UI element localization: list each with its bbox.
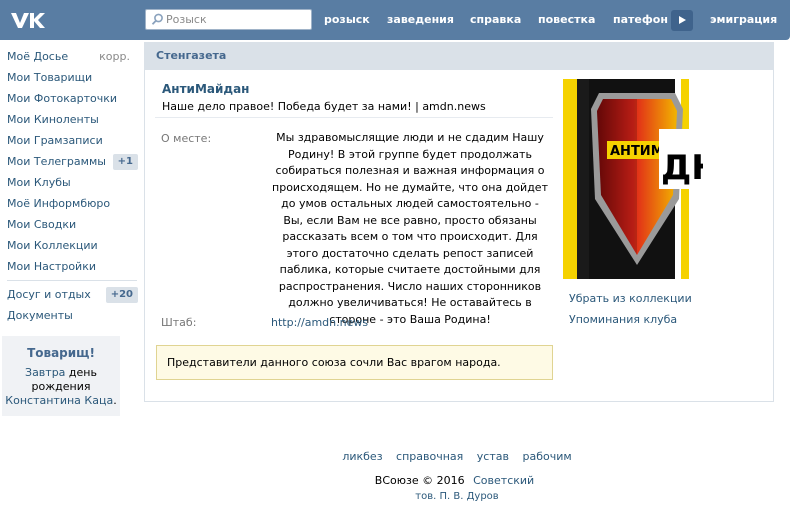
left-menu: Моё Досье корр. Мои Товарищи Мои Фотокар… (0, 46, 140, 326)
menu-divider (7, 280, 137, 281)
footer-author: тов. П. В. Дуров (0, 491, 792, 502)
menu-item-label: Моё Досье (7, 50, 69, 63)
play-icon[interactable] (671, 10, 693, 31)
menu-item-label: Мои Фотокарточки (7, 92, 117, 105)
about-label: О месте: (161, 132, 212, 145)
menu-item-collections[interactable]: Мои Коллекции (0, 235, 140, 256)
menu-item-label: Мои Товарищи (7, 71, 93, 84)
menu-item-label: Моё Информбюро (7, 197, 111, 210)
birthday-text-2: рождения (31, 380, 91, 393)
menu-item-documents[interactable]: Документы (0, 305, 140, 326)
avatar-text-a: АНТИМ (610, 144, 664, 159)
menu-item-messages[interactable]: Мои Телеграммы +1 (0, 151, 140, 172)
top-bar: розыск заведения справка повестка патефо… (0, 0, 790, 40)
birthday-text: Завтра день рождения Константина Каца. (2, 366, 120, 408)
birthday-when-link[interactable]: Завтра (25, 366, 65, 379)
menu-item-label: Документы (7, 309, 73, 322)
enemy-notice: Представители данного союза сочли Вас вр… (156, 345, 553, 380)
menu-item-feed[interactable]: Мои Сводки (0, 214, 140, 235)
club-avatar[interactable]: АНТИМ ДН (563, 79, 703, 279)
birthday-text-1: день (65, 366, 97, 379)
menu-item-leisure[interactable]: Досуг и отдых +20 (0, 284, 140, 305)
messages-count-badge: +1 (112, 154, 138, 170)
corr-link[interactable]: корр. (99, 46, 130, 67)
footer-link-jobs[interactable]: рабочим (522, 450, 571, 463)
footer-link-help[interactable]: справочная (396, 450, 463, 463)
menu-item-clubs[interactable]: Мои Клубы (0, 172, 140, 193)
website-link[interactable]: http://amdn.news (271, 316, 368, 329)
about-text: Мы здравомыслящие люди и не сдадим Нашу … (272, 131, 548, 326)
birthday-reminder: Товарищ! Завтра день рождения Константин… (2, 336, 120, 416)
menu-item-label: Досуг и отдых (7, 288, 91, 301)
menu-item-photos[interactable]: Мои Фотокарточки (0, 88, 140, 109)
divider (155, 117, 553, 118)
vk-logo-icon[interactable] (10, 10, 46, 30)
nav-emigration[interactable]: эмиграция (710, 13, 777, 26)
birthday-person-link[interactable]: Константина Каца (5, 394, 113, 407)
copyright-text: ВСоюзе © 2016 (374, 474, 465, 487)
club-panel: Стенгазета АнтиМайдан Наше дело правое! … (144, 42, 774, 402)
language-link[interactable]: Советский (473, 474, 534, 487)
footer-link-rules[interactable]: устав (477, 450, 509, 463)
search-input[interactable] (166, 11, 306, 28)
club-name: АнтиМайдан (162, 82, 250, 96)
footer-copyright: ВСоюзе © 2016 Советский (0, 474, 792, 487)
menu-item-dossier[interactable]: Моё Досье корр. (0, 46, 140, 67)
birthday-title: Товарищ! (27, 346, 95, 360)
club-status: Наше дело правое! Победа будет за нами! … (162, 100, 486, 113)
menu-item-label: Мои Сводки (7, 218, 77, 231)
footer-link-about[interactable]: ликбез (342, 450, 382, 463)
menu-item-label: Мои Телеграммы (7, 155, 106, 168)
birthday-dot: . (113, 394, 117, 407)
hq-label: Штаб: (161, 316, 197, 329)
remove-from-collection-link[interactable]: Убрать из коллекции (569, 292, 692, 305)
page-title: Стенгазета (145, 42, 773, 70)
nav-places[interactable]: заведения (387, 13, 454, 26)
menu-item-comrades[interactable]: Мои Товарищи (0, 67, 140, 88)
menu-item-label: Мои Грамзаписи (7, 134, 103, 147)
antimaidan-shield-logo: АНТИМ ДН (563, 79, 703, 279)
avatar-text-b: ДН (661, 148, 703, 188)
leisure-count-badge: +20 (105, 287, 138, 303)
author-link[interactable]: тов. П. В. Дуров (415, 491, 498, 502)
search-box[interactable] (145, 9, 312, 30)
club-mentions-link[interactable]: Упоминания клуба (569, 313, 677, 326)
menu-item-videos[interactable]: Мои Киноленты (0, 109, 140, 130)
nav-gramophone[interactable]: патефон (613, 13, 668, 26)
menu-item-news[interactable]: Моё Информбюро (0, 193, 140, 214)
menu-item-label: Мои Настройки (7, 260, 96, 273)
nav-search[interactable]: розыск (324, 13, 370, 26)
search-icon (151, 13, 163, 25)
menu-item-settings[interactable]: Мои Настройки (0, 256, 140, 277)
footer-links: ликбез справочная устав рабочим (0, 450, 792, 463)
menu-item-label: Мои Киноленты (7, 113, 99, 126)
menu-item-label: Мои Клубы (7, 176, 71, 189)
menu-item-audio[interactable]: Мои Грамзаписи (0, 130, 140, 151)
nav-summons[interactable]: повестка (538, 13, 595, 26)
nav-help[interactable]: справка (470, 13, 521, 26)
menu-item-label: Мои Коллекции (7, 239, 98, 252)
